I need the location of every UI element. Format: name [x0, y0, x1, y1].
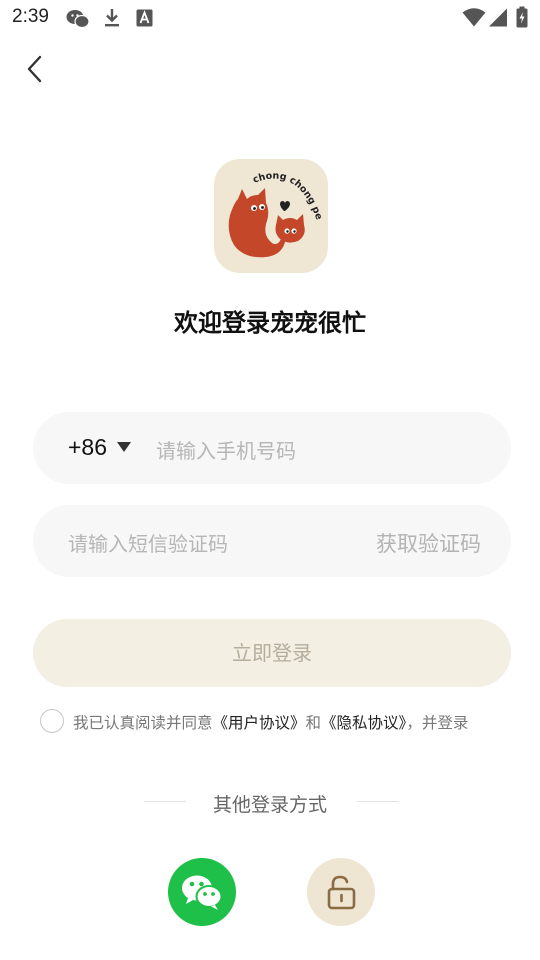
- agreement-row: 我已认真阅读并同意《用户协议》和《隐私协议》，并登录: [40, 709, 520, 735]
- wechat-icon: [182, 875, 223, 910]
- battery-charging-icon: [516, 6, 528, 28]
- welcome-title: 欢迎登录宠宠很忙: [174, 309, 366, 337]
- other-login-title: 其他登录方式: [212, 794, 327, 816]
- divider-right: [357, 801, 399, 802]
- get-code-button[interactable]: 获取验证码: [376, 528, 481, 558]
- status-time: 2:39: [12, 6, 49, 27]
- privacy-policy-link[interactable]: 《隐私协议》: [321, 714, 406, 732]
- other-login-header: 其他登录方式: [0, 787, 540, 817]
- user-agreement-link[interactable]: 《用户协议》: [213, 714, 306, 732]
- agreement-and: 和: [305, 714, 322, 732]
- password-login-button[interactable]: [307, 858, 375, 926]
- sms-code-field[interactable]: 请输入短信验证码 获取验证码: [33, 505, 511, 577]
- back-button[interactable]: [20, 52, 52, 86]
- country-code-selector[interactable]: +86: [68, 434, 107, 461]
- cat-logo-illustration: chong chong pet: [214, 159, 324, 258]
- login-screen: 2:39 chong chong pe 欢迎登录宠宠很忙 +86 请输入手机号码…: [0, 0, 540, 960]
- caret-down-icon[interactable]: [116, 441, 132, 453]
- wechat-login-button[interactable]: [168, 858, 236, 926]
- agreement-prefix: 我已认真阅读并同意: [73, 714, 213, 732]
- text-a-icon: [136, 9, 153, 27]
- logo-text: chong chong pet: [214, 159, 324, 221]
- download-icon: [105, 9, 119, 27]
- agreement-checkbox[interactable]: [40, 709, 64, 733]
- sms-code-input[interactable]: 请输入短信验证码: [68, 528, 228, 557]
- phone-input-field[interactable]: +86 请输入手机号码: [33, 412, 511, 484]
- wifi-icon: [462, 8, 486, 27]
- phone-input[interactable]: 请输入手机号码: [156, 435, 296, 464]
- agreement-suffix: ，并登录: [406, 714, 469, 732]
- login-button[interactable]: 立即登录: [33, 619, 511, 687]
- wechat-icon: [66, 10, 90, 29]
- status-bar: 2:39: [0, 0, 540, 36]
- cellular-signal-icon: [489, 8, 507, 27]
- chevron-left-icon: [27, 55, 42, 83]
- svg-text:chong chong pet: chong chong pet: [214, 159, 324, 221]
- agreement-text: 我已认真阅读并同意《用户协议》和《隐私协议》，并登录: [73, 711, 468, 733]
- app-logo: chong chong pet: [214, 159, 328, 273]
- unlock-icon: [327, 875, 356, 910]
